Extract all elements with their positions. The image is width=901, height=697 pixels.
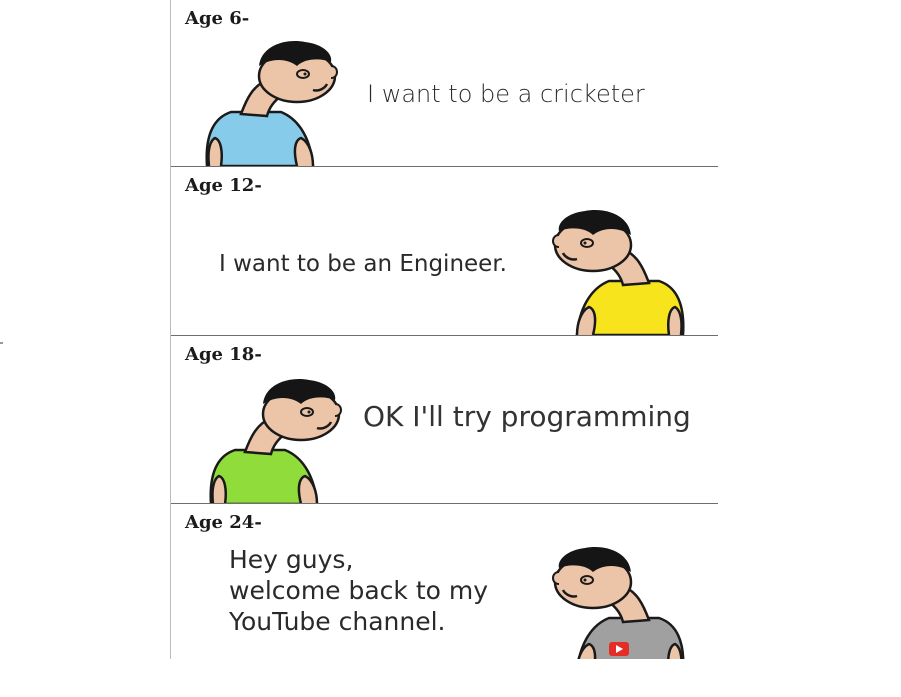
ear bbox=[552, 234, 560, 248]
speech-text: OK I'll try programming bbox=[363, 400, 691, 433]
arm-left bbox=[211, 474, 227, 503]
age-label: Age 12- bbox=[185, 175, 262, 196]
age-label: Age 18- bbox=[185, 344, 262, 365]
character-figure bbox=[552, 210, 685, 335]
youtube-logo-icon bbox=[609, 642, 629, 656]
speech-line: I want to be an Engineer. bbox=[219, 251, 507, 277]
speech-text: I want to be an Engineer. bbox=[219, 251, 507, 277]
ear bbox=[330, 65, 338, 79]
ear bbox=[334, 403, 342, 417]
arm-left bbox=[207, 136, 223, 166]
arm-right bbox=[575, 305, 597, 335]
age-label: Age 24- bbox=[185, 512, 262, 533]
pupil bbox=[583, 241, 587, 245]
pupil bbox=[303, 72, 307, 76]
age-label: Age 6- bbox=[185, 8, 250, 29]
arm-left bbox=[667, 305, 683, 335]
panel-age-18: Age 18- OK I'll try programming bbox=[171, 336, 718, 503]
arm-right bbox=[297, 474, 319, 503]
character-figure bbox=[209, 379, 342, 503]
ear bbox=[552, 571, 560, 585]
pupil bbox=[307, 410, 311, 414]
speech-line: Hey guys, bbox=[229, 545, 354, 574]
edge-mark bbox=[0, 342, 3, 344]
speech-line: welcome back to my bbox=[229, 576, 489, 605]
arm-right bbox=[293, 136, 315, 166]
speech-text: I want to be a cricketer bbox=[367, 80, 645, 108]
panel-age-6: Age 6- I want to be a cricketer bbox=[171, 0, 718, 166]
speech-line: I want to be a cricketer bbox=[367, 80, 645, 108]
speech-line: OK I'll try programming bbox=[363, 400, 691, 433]
character-right-facing bbox=[209, 379, 342, 503]
speech-line: YouTube channel. bbox=[229, 607, 446, 636]
character-figure bbox=[205, 41, 338, 166]
character-figure bbox=[552, 547, 685, 659]
character-right-facing bbox=[205, 41, 338, 166]
speech-text: Hey guys, welcome back to my YouTube cha… bbox=[229, 544, 488, 637]
panel-age-24: Age 24- Hey guys, welcome back to my You… bbox=[171, 504, 718, 659]
character-left-facing bbox=[552, 210, 685, 335]
comic-strip: Age 6- I want to be a cricketer Age 12- bbox=[170, 0, 718, 659]
panel-age-12: Age 12- I want to be an Engineer. bbox=[171, 167, 718, 335]
pupil bbox=[583, 578, 587, 582]
